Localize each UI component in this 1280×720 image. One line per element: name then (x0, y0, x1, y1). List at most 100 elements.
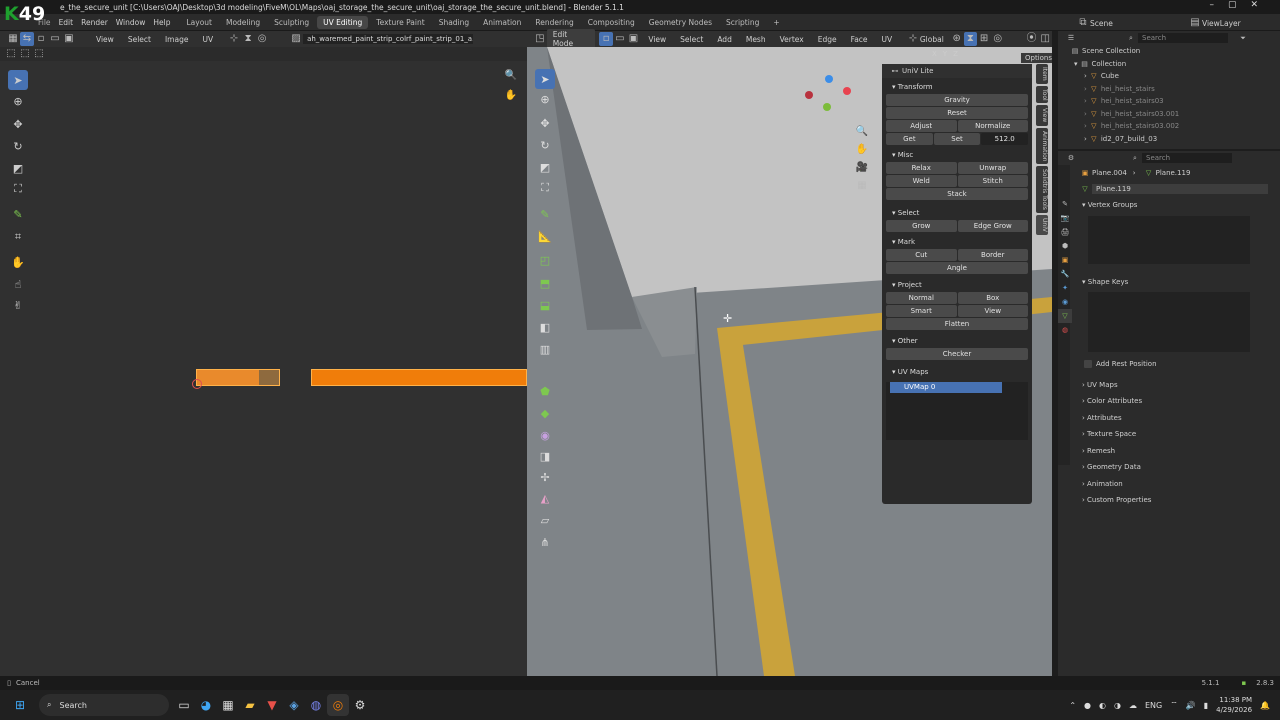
pan-hand-icon[interactable]: ✋ (504, 89, 518, 103)
pivot-icon[interactable]: ⊹ (227, 32, 241, 46)
vp-tool-measure[interactable]: 📐 (535, 226, 555, 246)
clock[interactable]: 11:38 PM 4/29/2026 (1216, 695, 1252, 715)
vp-tool-select[interactable]: ➤ (535, 69, 555, 89)
vp-menu-face[interactable]: Face (851, 35, 868, 44)
modifier-tab-icon[interactable]: 🔧 (1058, 267, 1072, 281)
vp-tool-rotate[interactable]: ↻ (535, 135, 555, 155)
normal-button[interactable]: Normal (886, 292, 957, 304)
wifi-icon[interactable]: ⌔ (1170, 700, 1178, 710)
xray-icon[interactable]: ◫ (1038, 32, 1052, 46)
proportional-edit-icon[interactable]: ◎ (991, 32, 1005, 46)
edge-browser-icon[interactable]: ◕ (195, 694, 217, 716)
vp-grid-icon[interactable]: ▦ (855, 179, 869, 193)
tab-sculpting[interactable]: Sculpting (268, 16, 315, 29)
uv-maps-section[interactable]: › UV Maps (1058, 377, 1280, 394)
normalize-button[interactable]: Normalize (957, 120, 1028, 132)
menu-help[interactable]: Help (153, 18, 170, 27)
axis-y-toggle[interactable]: Y (943, 50, 947, 58)
tool-pinch[interactable]: ✌ (8, 295, 28, 315)
object-tab-icon[interactable]: ▣ (1058, 253, 1072, 267)
vp-tool-spin[interactable]: ◉ (535, 425, 555, 445)
vp-zoom-icon[interactable]: 🔍 (855, 125, 869, 139)
battery-icon[interactable]: ▮ (1204, 701, 1208, 710)
vertex-select-icon[interactable]: ▫ (34, 32, 48, 46)
scene-collection-row[interactable]: ▤ Scene Collection (1058, 45, 1280, 58)
tab-item[interactable]: Item (1036, 64, 1048, 84)
vp-camera-icon[interactable]: 🎥 (855, 161, 869, 175)
section-misc[interactable]: ▾ Misc (882, 148, 1032, 162)
tray-app3-icon[interactable]: ◑ (1114, 701, 1121, 710)
editor-type-icon[interactable]: ▦ (6, 32, 20, 46)
tool-relax[interactable]: ☝ (8, 274, 28, 294)
windows-start-icon[interactable]: ⊞ (9, 694, 31, 716)
tab-animation[interactable]: Animation (477, 16, 527, 29)
vp-menu-select[interactable]: Select (680, 35, 703, 44)
edge-grow-button[interactable]: Edge Grow (957, 220, 1028, 232)
material-tab-icon[interactable]: ◍ (1058, 323, 1072, 337)
tab-animation-side[interactable]: Animation (1036, 127, 1048, 165)
vp-tool-bevel[interactable]: ◧ (535, 317, 555, 337)
navigation-gizmo[interactable] (805, 75, 851, 111)
discord-icon[interactable]: ◍ (305, 694, 327, 716)
tab-compositing[interactable]: Compositing (582, 16, 641, 29)
axis-x-toggle[interactable]: X (932, 50, 937, 58)
checker-button[interactable]: Checker (886, 348, 1028, 360)
vp-tool-annotate[interactable]: ✎ (535, 204, 555, 224)
vp-pan-icon[interactable]: ✋ (855, 143, 869, 157)
add-workspace-button[interactable]: + (767, 16, 785, 29)
remesh-section[interactable]: › Remesh (1058, 443, 1280, 460)
volume-icon[interactable]: 🔊 (1186, 701, 1196, 710)
vp-tool-move[interactable]: ✥ (535, 113, 555, 133)
color-attributes-section[interactable]: › Color Attributes (1058, 393, 1280, 410)
weld-button[interactable]: Weld (886, 175, 957, 187)
section-uv-maps[interactable]: ▾ UV Maps (882, 365, 1032, 379)
section-other[interactable]: ▾ Other (882, 334, 1032, 348)
outliner-search-input[interactable]: Search (1138, 33, 1228, 43)
edge-mode-icon[interactable]: ▭ (613, 32, 627, 46)
particles-tab-icon[interactable]: ✦ (1058, 281, 1072, 295)
properties-type-icon[interactable]: ⚙ (1064, 151, 1078, 165)
chevron-up-icon[interactable]: ⌃ (1069, 701, 1076, 710)
vp-tool-smooth[interactable]: ◨ (535, 446, 555, 466)
stack-button[interactable]: Stack (886, 188, 1028, 200)
tab-texture-paint[interactable]: Texture Paint (370, 16, 430, 29)
tab-view[interactable]: View (1036, 105, 1048, 126)
window-controls[interactable]: –▢✕ (1209, 0, 1272, 10)
smart-button[interactable]: Smart (886, 305, 957, 317)
uv-menu-uv[interactable]: UV (202, 35, 213, 44)
vp-tool-inset[interactable]: ⬓ (535, 295, 555, 315)
orientation-dropdown[interactable]: Global (920, 35, 944, 44)
snap-icon[interactable]: ⧗ (241, 32, 255, 46)
cut-button[interactable]: Cut (886, 249, 957, 261)
collection-row[interactable]: ▾ ▤ Collection (1058, 58, 1280, 71)
vp-tool-poly-build[interactable]: ◆ (535, 403, 555, 423)
adjust-button[interactable]: Adjust (886, 120, 957, 132)
section-project[interactable]: ▾ Project (882, 278, 1032, 292)
proportional-icon[interactable]: ◎ (255, 32, 269, 46)
menu-window[interactable]: Window (116, 18, 146, 27)
select-mode-icon[interactable]: ⬚ (18, 47, 32, 61)
vp-menu-edge[interactable]: Edge (818, 35, 837, 44)
unwrap-button[interactable]: Unwrap (957, 162, 1028, 174)
vp-menu-mesh[interactable]: Mesh (746, 35, 766, 44)
vertex-mode-icon[interactable]: ▫ (599, 32, 613, 46)
texture-space-section[interactable]: › Texture Space (1058, 426, 1280, 443)
taskbar-search[interactable]: ⌕ Search (39, 694, 169, 716)
filter-icon[interactable]: ⏷ (1236, 31, 1250, 45)
tool-move[interactable]: ✥ (8, 114, 28, 134)
custom-properties-section[interactable]: › Custom Properties (1058, 492, 1280, 509)
select-mode2-icon[interactable]: ⬚ (32, 47, 46, 61)
vp-tool-extrude[interactable]: ⬒ (535, 273, 555, 293)
tool-rotate[interactable]: ↻ (8, 136, 28, 156)
overlay-icon[interactable]: ⦿ (1025, 32, 1039, 46)
snap-target-icon[interactable]: ⊞ (977, 32, 991, 46)
tab-tool[interactable]: Tool (1036, 85, 1048, 104)
geometry-data-section[interactable]: › Geometry Data (1058, 459, 1280, 476)
vp-tool-transform[interactable]: ⛶ (535, 178, 555, 198)
options-dropdown[interactable]: Options (1021, 53, 1052, 63)
face-mode-icon[interactable]: ▣ (627, 32, 641, 46)
reset-button[interactable]: Reset (886, 107, 1028, 119)
vp-menu-add[interactable]: Add (717, 35, 732, 44)
outliner-type-icon[interactable]: ☰ (1064, 31, 1078, 45)
file-explorer-icon[interactable]: ▰ (239, 694, 261, 716)
